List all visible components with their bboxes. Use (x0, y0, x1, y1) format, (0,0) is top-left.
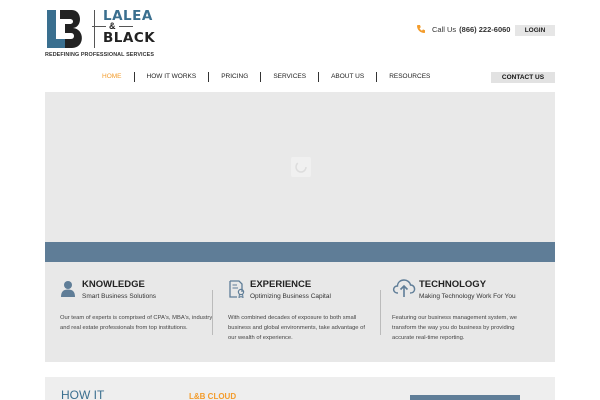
certificate-icon (229, 280, 245, 298)
nav-item-services[interactable]: SERVICES (261, 72, 320, 82)
nav-item-resources[interactable]: RESOURCES (377, 72, 442, 82)
lb-monogram-icon (47, 10, 82, 48)
bottom-panel-bar (410, 395, 520, 400)
cloud-upload-icon (392, 279, 416, 297)
phone-number[interactable]: (866) 222-6060 (459, 25, 510, 34)
call-us[interactable]: Call Us (866) 222-6060 (416, 24, 510, 34)
brand-logo[interactable]: LALEA & BLACK REDEFINING PROFESSIONAL SE… (45, 8, 165, 60)
feature-title: EXPERIENCE (250, 279, 312, 290)
nav-item-about-us[interactable]: ABOUT US (319, 72, 378, 82)
feature-subtitle: Optimizing Business Capital (250, 293, 331, 300)
loading-spinner-icon (291, 157, 311, 177)
how-it-works-section: HOW IT L&B CLOUD (45, 377, 555, 400)
feature-divider (380, 290, 381, 335)
brand-word-secondary: BLACK (103, 30, 156, 46)
feature-divider (212, 290, 213, 335)
feature-description: Featuring our business management system… (392, 315, 518, 341)
logo-divider (94, 10, 95, 48)
feature-subtitle: Smart Business Solutions (82, 293, 157, 300)
feature-experience: EXPERIENCE Optimizing Business Capital W… (228, 262, 388, 362)
main-nav: HOME HOW IT WORKS PRICING SERVICES ABOUT… (90, 71, 442, 83)
hero-slider[interactable] (45, 92, 555, 242)
hero-caption-bar (45, 242, 555, 262)
feature-title: KNOWLEDGE (82, 279, 145, 290)
nav-item-home[interactable]: HOME (90, 72, 135, 82)
feature-description: With combined decades of exposure to bot… (228, 315, 365, 341)
login-button[interactable]: LOGIN (515, 25, 555, 36)
phone-icon (417, 25, 425, 33)
feature-description: Our team of experts is comprised of CPA'… (60, 315, 213, 331)
features-section: KNOWLEDGE Smart Business Solutions Our t… (45, 262, 555, 362)
feature-title: TECHNOLOGY (419, 279, 487, 290)
contact-us-button[interactable]: CONTACT US (491, 72, 555, 83)
lb-cloud-heading: L&B CLOUD (189, 392, 237, 400)
brand-tagline: REDEFINING PROFESSIONAL SERVICES (45, 52, 155, 58)
user-icon (61, 281, 75, 297)
nav-item-how-it-works[interactable]: HOW IT WORKS (135, 72, 210, 82)
call-label: Call Us (432, 24, 457, 34)
feature-subtitle: Making Technology Work For You (419, 293, 516, 300)
feature-technology: TECHNOLOGY Making Technology Work For Yo… (392, 262, 547, 362)
how-it-works-heading: HOW IT (61, 388, 105, 400)
feature-knowledge: KNOWLEDGE Smart Business Solutions Our t… (60, 262, 220, 362)
nav-item-pricing[interactable]: PRICING (209, 72, 262, 82)
